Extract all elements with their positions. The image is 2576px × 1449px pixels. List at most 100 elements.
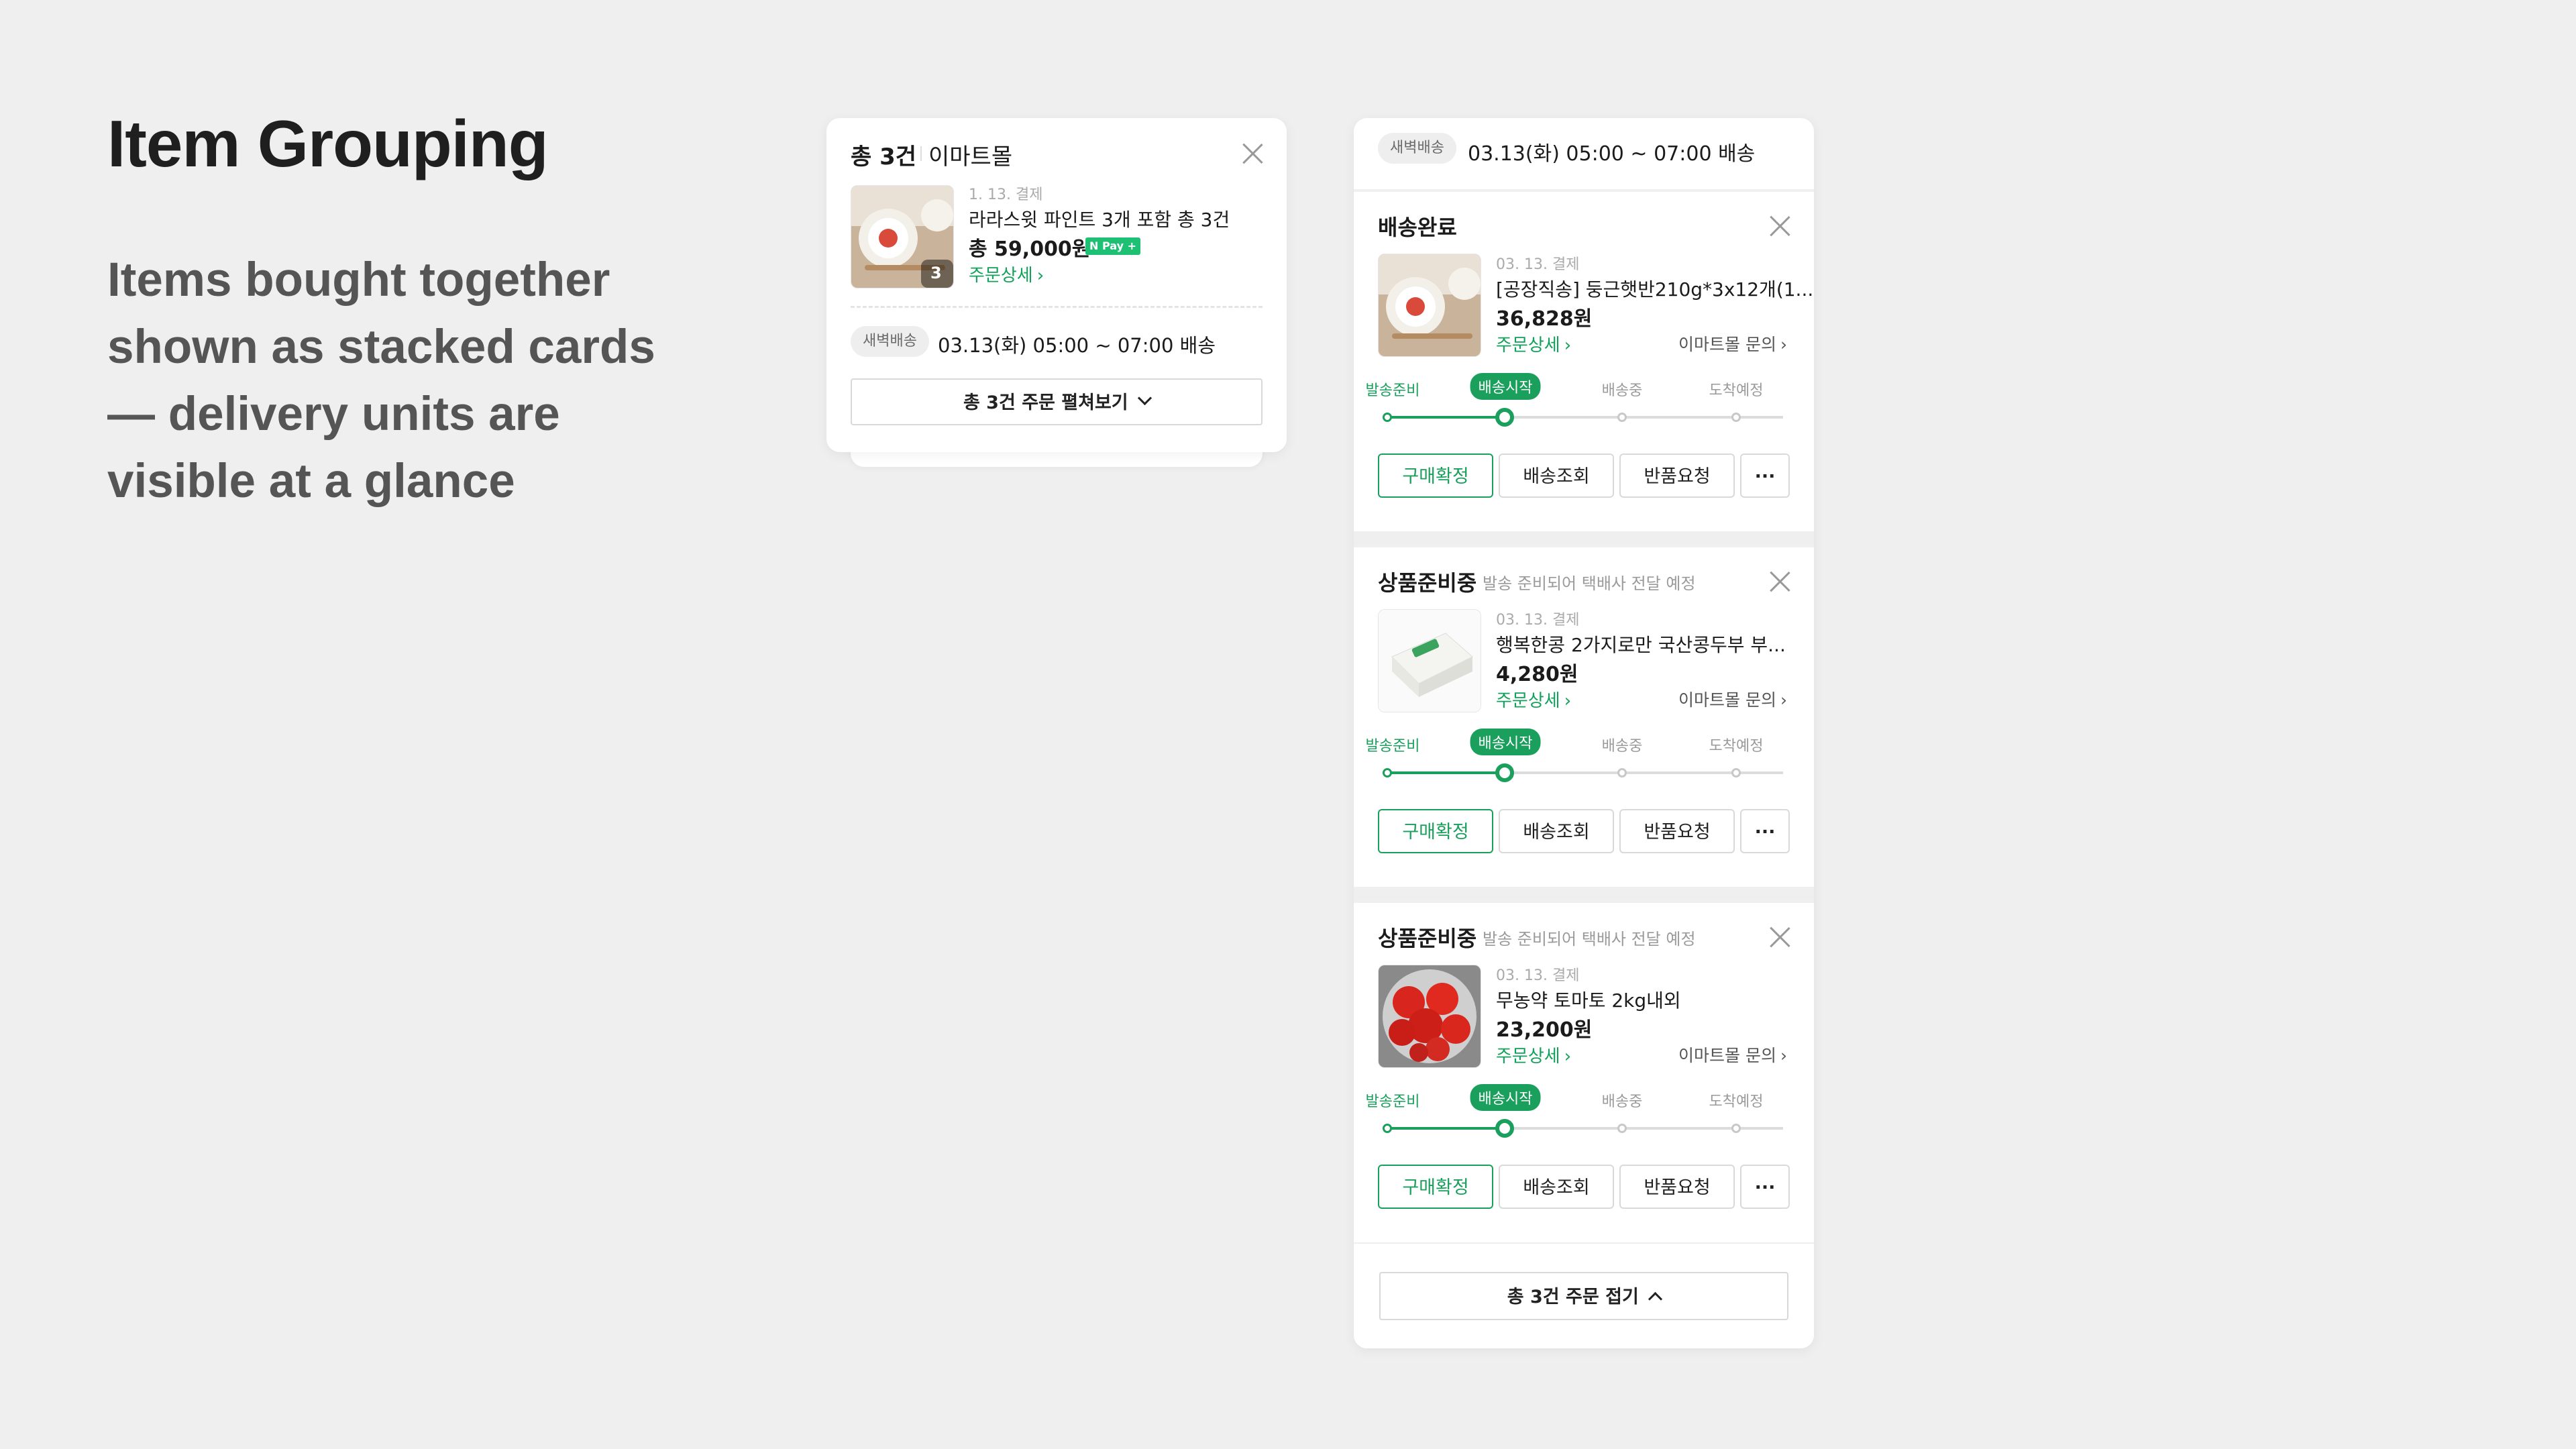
section-gap xyxy=(1354,531,1814,545)
progress-step-dot xyxy=(1495,763,1514,782)
product-name[interactable]: 행복한콩 2가지로만 국산콩두부 부... xyxy=(1496,631,1786,657)
chevron-up-icon xyxy=(1648,1291,1663,1307)
delivery-progress: 발송준비 배송시작 배송중 도착예정 xyxy=(1366,373,1790,432)
order-detail-link[interactable]: 주문상세 xyxy=(969,262,1044,286)
progress-step-dot xyxy=(1495,408,1514,427)
progress-step-label: 배송시작 xyxy=(1470,373,1541,400)
collapse-orders-button[interactable]: 총 3건 주문 접기 xyxy=(1379,1272,1788,1320)
pay-date: 03. 13. 결제 xyxy=(1496,612,1580,629)
product-name[interactable]: 무농약 토마토 2kg내외 xyxy=(1496,986,1681,1013)
delivery-unit-section: 상품준비중 발송 준비되어 택배사 전달 예정 03. 13. 결제 행복한콩 … xyxy=(1354,545,1814,890)
progress-step-label: 배송중 xyxy=(1601,1093,1643,1110)
pay-date: 03. 13. 결제 xyxy=(1496,256,1580,273)
more-options-button[interactable]: ··· xyxy=(1740,453,1790,498)
store-inquiry-link[interactable]: 이마트몰 문의 xyxy=(1678,1042,1787,1067)
progress-step-label: 배송시작 xyxy=(1470,1084,1541,1111)
divider xyxy=(851,306,1263,308)
product-thumbnail[interactable] xyxy=(1378,609,1481,712)
product-price: 36,828원 xyxy=(1496,307,1593,331)
confirm-purchase-button[interactable]: 구매확정 xyxy=(1378,453,1493,498)
progress-step-dot xyxy=(1495,1119,1514,1138)
product-thumbnail[interactable] xyxy=(1378,254,1481,357)
return-request-button[interactable]: 반품요청 xyxy=(1619,453,1735,498)
progress-step-label: 배송중 xyxy=(1601,738,1643,755)
order-detail-link[interactable]: 주문상세 xyxy=(1496,687,1571,712)
shipment-status: 상품준비중 xyxy=(1378,570,1477,596)
progress-step-label: 발송준비 xyxy=(1365,1093,1420,1110)
expand-orders-button[interactable]: 총 3건 주문 펼쳐보기 xyxy=(851,378,1263,425)
store-inquiry-link[interactable]: 이마트몰 문의 xyxy=(1678,331,1787,356)
progress-step-dot xyxy=(1383,413,1392,422)
more-options-button[interactable]: ··· xyxy=(1740,1165,1790,1209)
collapse-footer: 총 3건 주문 접기 xyxy=(1354,1244,1814,1348)
progress-step-label: 배송중 xyxy=(1601,382,1643,399)
product-name[interactable]: [공장직송] 둥근햇반210g*3x12개(1... xyxy=(1496,275,1813,302)
progress-step-dot xyxy=(1383,768,1392,777)
slide-heading: Item Grouping xyxy=(107,107,549,180)
track-delivery-button[interactable]: 배송조회 xyxy=(1499,453,1614,498)
collapse-label: 총 3건 주문 접기 xyxy=(1507,1287,1639,1307)
product-name[interactable]: 라라스윗 파인트 3개 포함 총 3건 xyxy=(969,205,1230,232)
shipment-status-desc: 발송 준비되어 택배사 전달 예정 xyxy=(1483,574,1696,593)
progress-step-label: 배송시작 xyxy=(1470,729,1541,755)
return-request-button[interactable]: 반품요청 xyxy=(1619,809,1735,853)
shipment-status-desc: 발송 준비되어 택배사 전달 예정 xyxy=(1483,930,1696,949)
close-icon[interactable] xyxy=(1768,570,1791,593)
progress-fill xyxy=(1387,1127,1504,1130)
track-delivery-button[interactable]: 배송조회 xyxy=(1499,1165,1614,1209)
thumb-count: 3 xyxy=(930,264,942,282)
product-price: 4,280원 xyxy=(1496,663,1578,686)
collapsed-order-card: 총 3건 이마트몰 3 1. 13. 결제 라라스윗 파인트 3개 포함 총 3… xyxy=(826,118,1287,452)
store-name: 이마트몰 xyxy=(928,144,1013,170)
close-icon[interactable] xyxy=(1768,926,1791,949)
shipment-status: 배송완료 xyxy=(1378,215,1457,240)
npay-badge: N Pay + xyxy=(1085,237,1140,255)
confirm-purchase-button[interactable]: 구매확정 xyxy=(1378,1165,1493,1209)
track-delivery-button[interactable]: 배송조회 xyxy=(1499,809,1614,853)
order-detail-link[interactable]: 주문상세 xyxy=(1496,331,1571,356)
section-gap xyxy=(1354,887,1814,900)
desc-line: visible at a glance xyxy=(107,455,515,508)
store-inquiry-link[interactable]: 이마트몰 문의 xyxy=(1678,687,1787,711)
pay-date: 1. 13. 결제 xyxy=(969,186,1043,203)
product-thumbnail[interactable]: 3 xyxy=(851,185,954,288)
progress-fill xyxy=(1387,416,1504,419)
order-detail-link[interactable]: 주문상세 xyxy=(1496,1042,1571,1067)
product-thumbnail[interactable] xyxy=(1378,965,1481,1068)
pay-date: 03. 13. 결제 xyxy=(1496,967,1580,984)
shipment-status: 상품준비중 xyxy=(1378,926,1477,951)
delivery-window: 03.13(화) 05:00 ~ 07:00 배송 xyxy=(938,334,1216,357)
progress-step-dot xyxy=(1617,768,1627,777)
dawn-delivery-badge: 새벽배송 xyxy=(851,326,929,357)
delivery-progress: 발송준비 배송시작 배송중 도착예정 xyxy=(1366,729,1790,788)
progress-step-dot xyxy=(1731,413,1741,422)
progress-step-dot xyxy=(1731,1124,1741,1133)
close-icon[interactable] xyxy=(1768,215,1791,237)
more-options-button[interactable]: ··· xyxy=(1740,809,1790,853)
delivery-window: 03.13(화) 05:00 ~ 07:00 배송 xyxy=(1468,142,1756,166)
progress-step-dot xyxy=(1731,768,1741,777)
desc-line: Items bought together xyxy=(107,254,610,307)
return-request-button[interactable]: 반품요청 xyxy=(1619,1165,1735,1209)
progress-step-label: 도착예정 xyxy=(1709,1093,1764,1110)
desc-line: shown as stacked cards xyxy=(107,321,655,374)
progress-step-label: 도착예정 xyxy=(1709,382,1764,399)
progress-step-dot xyxy=(1617,413,1627,422)
product-price: 23,200원 xyxy=(1496,1018,1593,1042)
confirm-purchase-button[interactable]: 구매확정 xyxy=(1378,809,1493,853)
chevron-down-icon xyxy=(1137,390,1152,406)
title-divider xyxy=(920,146,922,161)
close-icon[interactable] xyxy=(1241,142,1264,165)
progress-step-dot xyxy=(1383,1124,1392,1133)
desc-line: — delivery units are xyxy=(107,388,560,441)
order-count: 총 3건 xyxy=(851,144,917,170)
progress-step-label: 발송준비 xyxy=(1365,738,1420,755)
progress-step-label: 도착예정 xyxy=(1709,738,1764,755)
progress-fill xyxy=(1387,771,1504,774)
progress-step-label: 발송준비 xyxy=(1365,382,1420,399)
dawn-delivery-badge: 새벽배송 xyxy=(1378,133,1456,164)
rice-bowl-photo-icon xyxy=(1379,254,1481,356)
delivery-progress: 발송준비 배송시작 배송중 도착예정 xyxy=(1366,1084,1790,1143)
delivery-unit-section: 배송완료 03. 13. 결제 [공장직송] 둥근햇반210g*3x12개(1.… xyxy=(1354,189,1814,534)
order-total: 총 59,000원 xyxy=(969,237,1091,261)
